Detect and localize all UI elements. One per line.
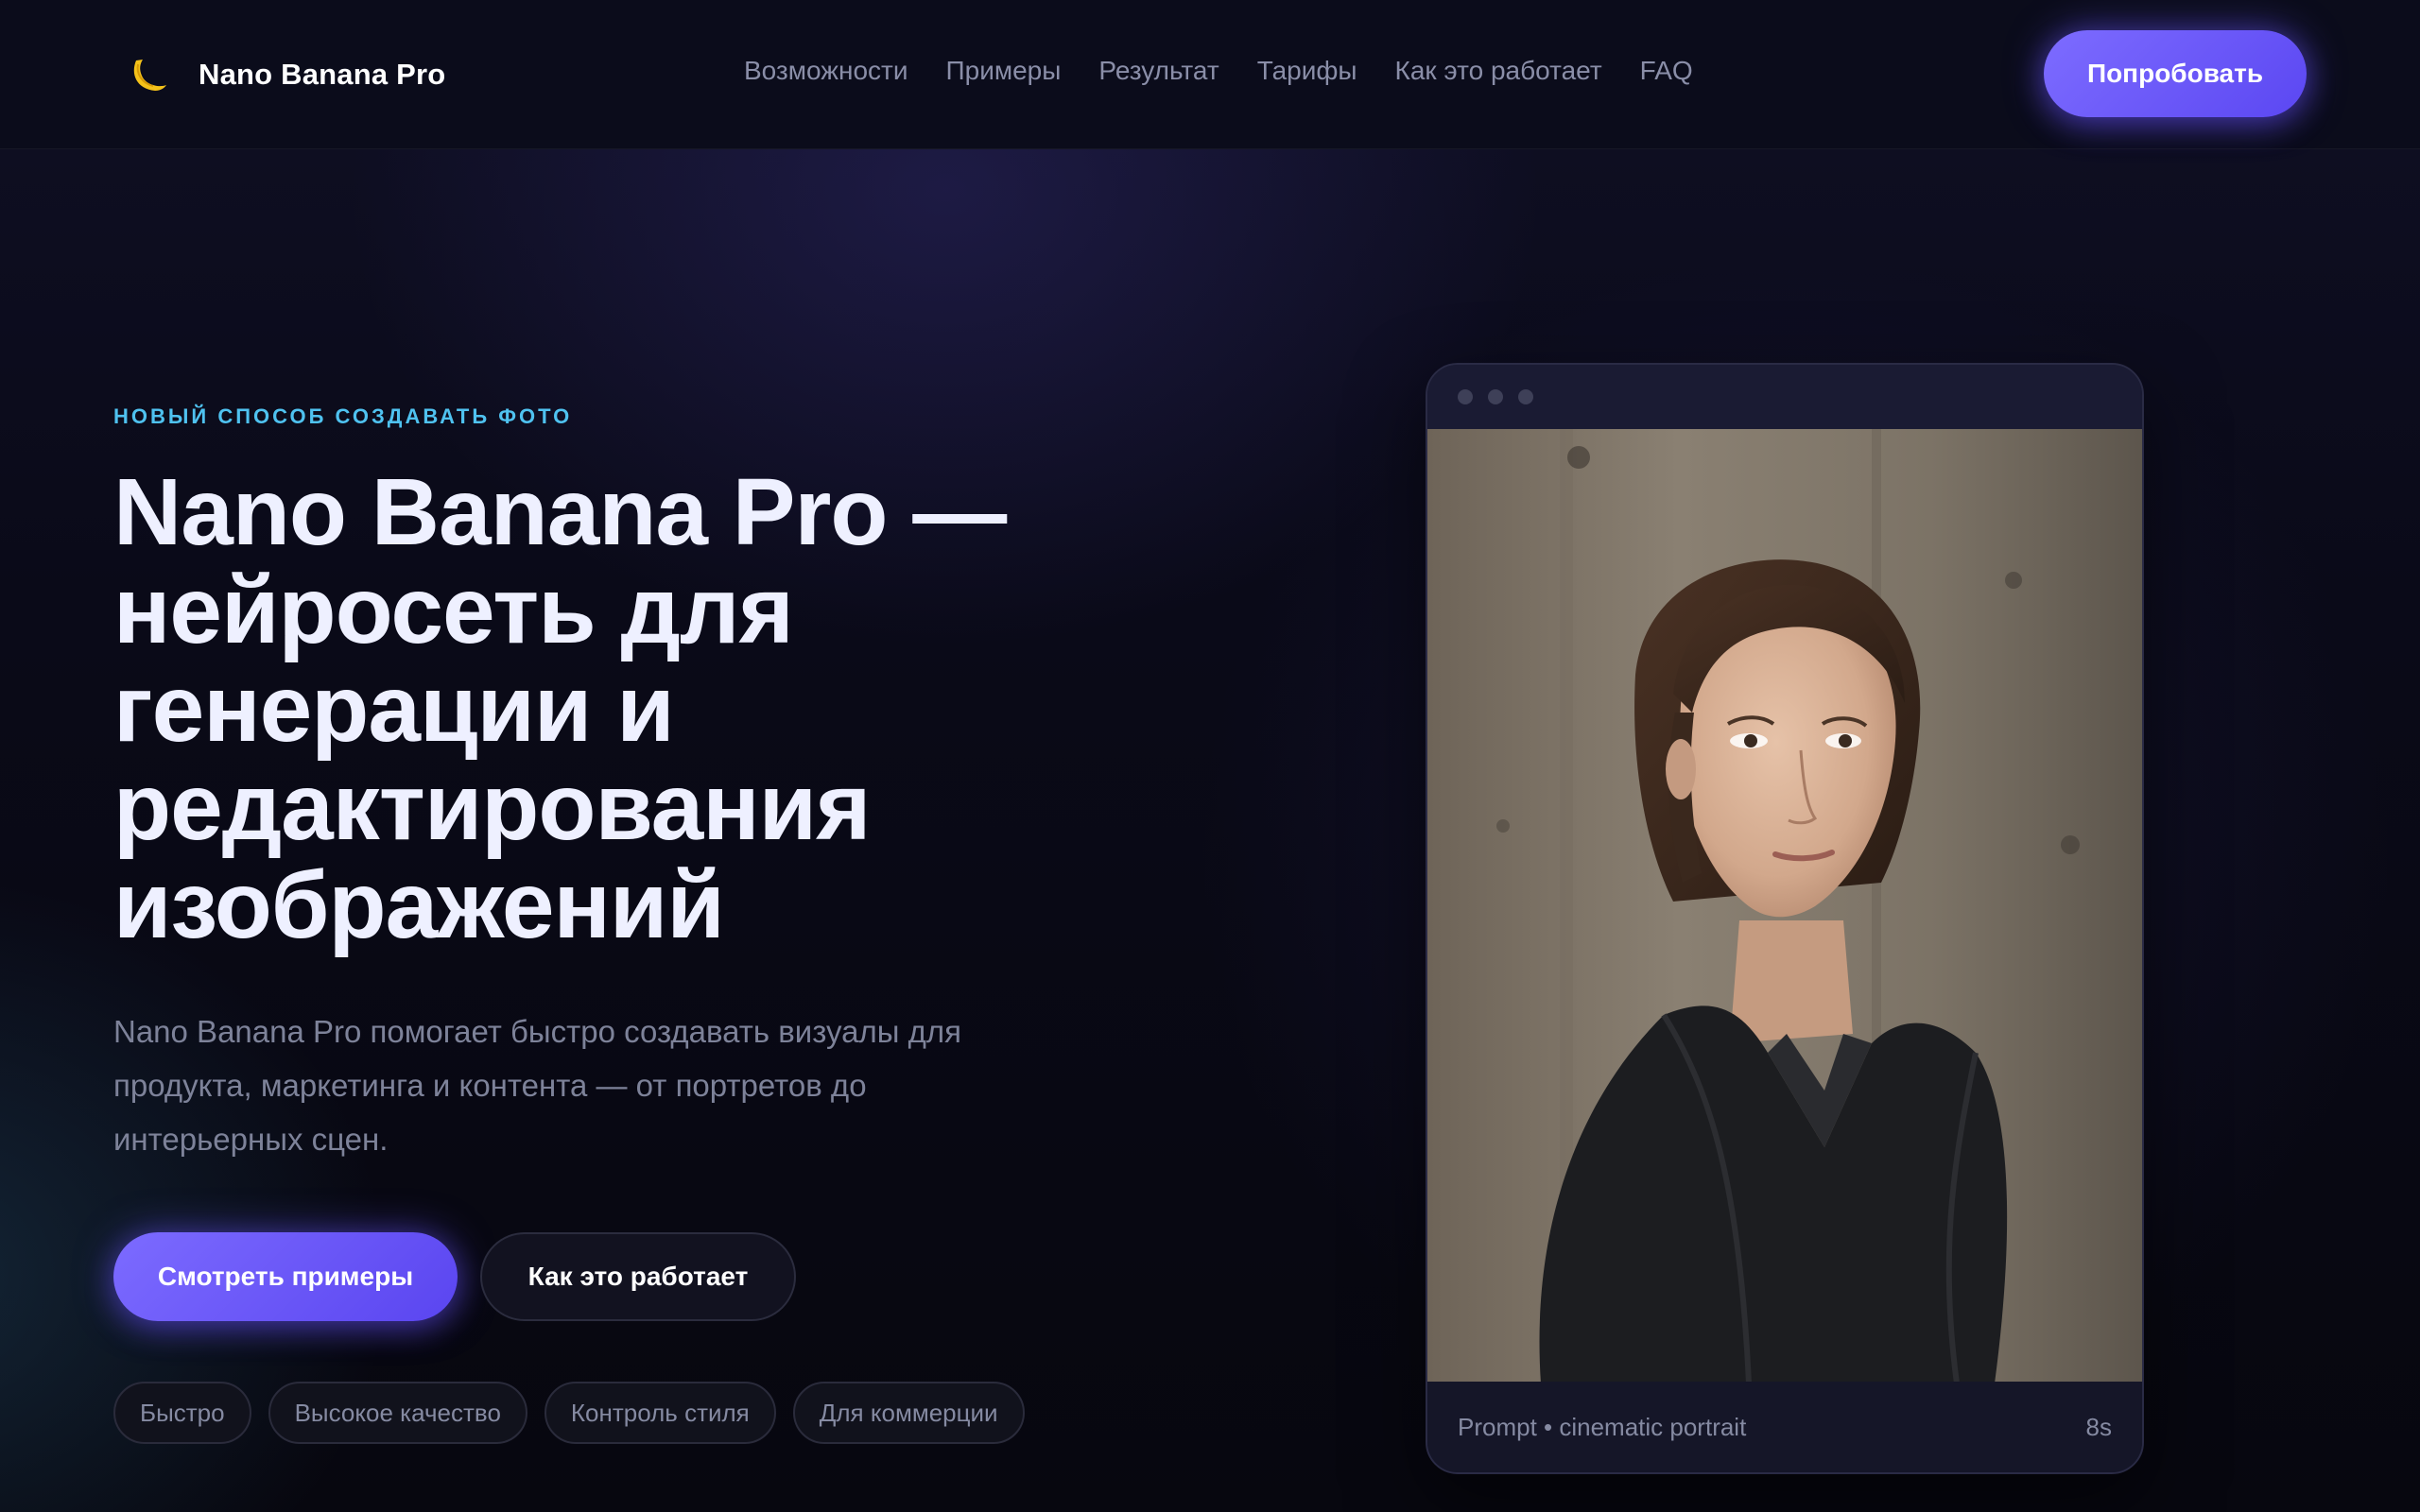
hero-title-line: генерации и bbox=[113, 656, 675, 762]
prompt-label: Prompt • cinematic portrait bbox=[1458, 1412, 1747, 1441]
hero-title-line: редактирования bbox=[113, 754, 871, 860]
portrait-image bbox=[1427, 429, 2142, 1383]
window-titlebar bbox=[1427, 365, 2142, 429]
try-button[interactable]: Попробовать bbox=[2044, 30, 2307, 117]
chip-commercial: Для коммерции bbox=[792, 1382, 1025, 1444]
brand-name: Nano Banana Pro bbox=[199, 58, 446, 91]
brand[interactable]: Nano Banana Pro bbox=[127, 51, 445, 98]
nav-link-features[interactable]: Возможности bbox=[744, 56, 908, 86]
nav-link-pricing[interactable]: Тарифы bbox=[1257, 56, 1357, 86]
top-navbar: Nano Banana Pro Возможности Примеры Резу… bbox=[0, 0, 2420, 149]
how-it-works-button[interactable]: Как это работает bbox=[480, 1232, 796, 1321]
main-nav: Возможности Примеры Результат Тарифы Как… bbox=[744, 51, 1693, 91]
chip-high-quality: Высокое качество bbox=[268, 1382, 527, 1444]
preview-footer: Prompt • cinematic portrait 8s bbox=[1427, 1382, 2142, 1472]
see-examples-button[interactable]: Смотреть примеры bbox=[113, 1232, 458, 1321]
window-dot-icon bbox=[1458, 389, 1473, 404]
nav-link-result[interactable]: Результат bbox=[1098, 56, 1219, 86]
nav-link-how-it-works[interactable]: Как это работает bbox=[1395, 56, 1602, 86]
nav-link-examples[interactable]: Примеры bbox=[946, 56, 1062, 86]
landing-page: Nano Banana Pro Возможности Примеры Резу… bbox=[0, 0, 2420, 1512]
hero-subtitle: Nano Banana Pro помогает быстро создават… bbox=[113, 1014, 961, 1157]
preview-card: Prompt • cinematic portrait 8s bbox=[1426, 363, 2144, 1474]
hero-title-line: изображений bbox=[113, 852, 725, 958]
hero-eyebrow: НОВЫЙ СПОСОБ СОЗДАВАТЬ ФОТО bbox=[113, 404, 573, 428]
chip-fast: Быстро bbox=[113, 1382, 251, 1444]
hero-title-line: Nano Banana Pro — bbox=[113, 459, 1007, 565]
chip-style-control: Контроль стиля bbox=[544, 1382, 776, 1444]
window-dot-icon bbox=[1518, 389, 1533, 404]
generation-time: 8s bbox=[2085, 1412, 2112, 1441]
hero-title: Nano Banana Pro — нейросеть для генераци… bbox=[113, 463, 1059, 954]
hero-title-line: нейросеть для bbox=[113, 558, 794, 663]
banana-moon-icon bbox=[127, 53, 170, 96]
window-dot-icon bbox=[1488, 389, 1503, 404]
nav-link-faq[interactable]: FAQ bbox=[1640, 56, 1693, 86]
feature-chips: Быстро Высокое качество Контроль стиля Д… bbox=[113, 1382, 1042, 1444]
